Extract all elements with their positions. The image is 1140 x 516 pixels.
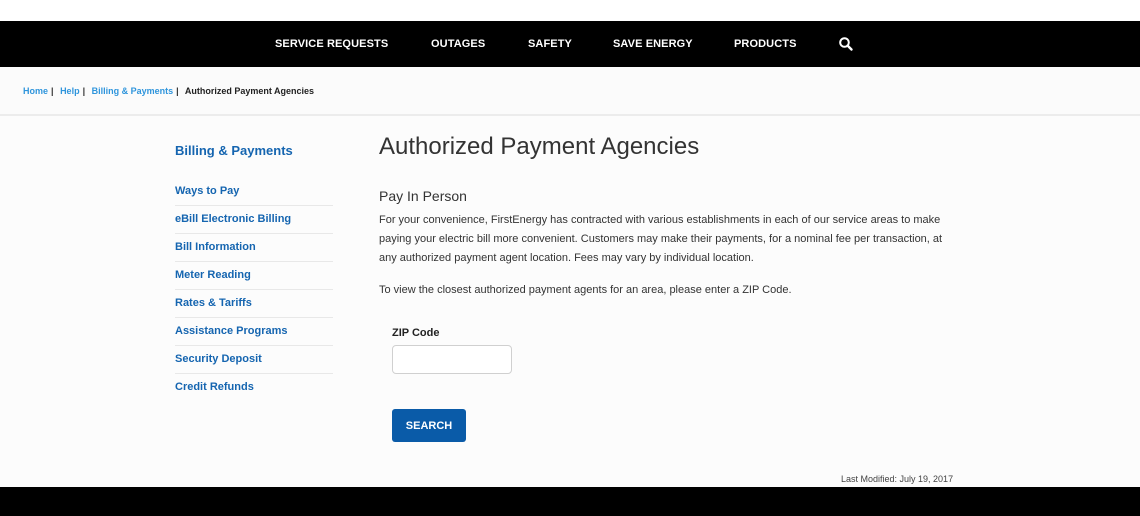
- breadcrumb: Home | Help | Billing & Payments | Authoriz…: [23, 86, 314, 96]
- sidebar-item-ebill[interactable]: eBill Electronic Billing: [175, 206, 333, 234]
- footer: [0, 487, 1140, 516]
- sidebar-title[interactable]: Billing & Payments: [175, 143, 293, 158]
- breadcrumb-help[interactable]: Help: [60, 86, 80, 96]
- search-icon[interactable]: [838, 36, 854, 52]
- zip-instruction: To view the closest authorized payment a…: [379, 284, 792, 296]
- breadcrumb-home[interactable]: Home: [23, 86, 48, 96]
- main-nav: SERVICE REQUESTS OUTAGES SAFETY SAVE ENE…: [0, 21, 1140, 67]
- breadcrumb-bar: Home | Help | Billing & Payments | Authoriz…: [0, 67, 1140, 116]
- sidebar-item-ways-to-pay[interactable]: Ways to Pay: [175, 178, 333, 206]
- nav-save-energy[interactable]: SAVE ENERGY: [613, 21, 693, 67]
- nav-safety[interactable]: SAFETY: [528, 21, 572, 67]
- intro-paragraph: For your convenience, FirstEnergy has co…: [379, 214, 943, 264]
- sidebar-item-bill-information[interactable]: Bill Information: [175, 234, 333, 262]
- page-title: Authorized Payment Agencies: [379, 133, 700, 160]
- nav-products[interactable]: PRODUCTS: [734, 21, 797, 67]
- sidebar-item-security-deposit[interactable]: Security Deposit: [175, 346, 333, 374]
- breadcrumb-billing-payments[interactable]: Billing & Payments: [92, 86, 174, 96]
- nav-outages[interactable]: OUTAGES: [431, 21, 485, 67]
- sidebar-nav: Ways to Pay eBill Electronic Billing Bil…: [175, 178, 333, 401]
- breadcrumb-separator: |: [176, 86, 179, 96]
- nav-service-requests[interactable]: SERVICE REQUESTS: [275, 21, 388, 67]
- sidebar-item-rates-tariffs[interactable]: Rates & Tariffs: [175, 290, 333, 318]
- sidebar-item-credit-refunds[interactable]: Credit Refunds: [175, 374, 333, 401]
- breadcrumb-separator: |: [82, 86, 86, 96]
- breadcrumb-current: Authorized Payment Agencies: [184, 86, 315, 96]
- search-button[interactable]: SEARCH: [392, 409, 466, 442]
- sidebar-item-assistance-programs[interactable]: Assistance Programs: [175, 318, 333, 346]
- breadcrumb-separator: |: [51, 86, 54, 96]
- top-strip: [0, 0, 1140, 21]
- last-modified: Last Modified: July 19, 2017: [841, 474, 954, 484]
- zip-code-input[interactable]: [392, 345, 512, 374]
- zip-code-label: ZIP Code: [392, 327, 440, 339]
- section-title: Pay In Person: [379, 188, 467, 204]
- sidebar-item-meter-reading[interactable]: Meter Reading: [175, 262, 333, 290]
